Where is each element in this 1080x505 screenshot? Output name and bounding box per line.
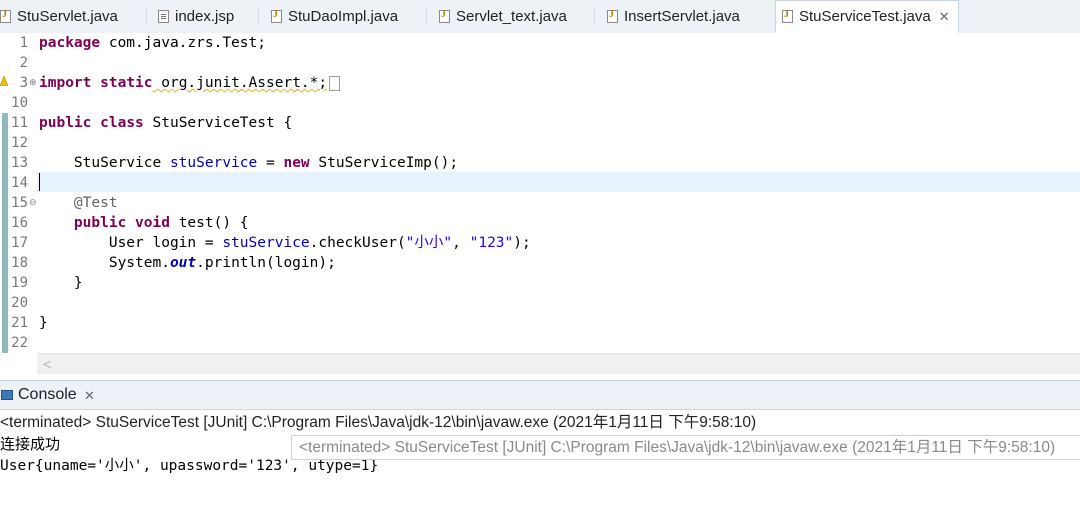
fold-collapse-icon[interactable]: ⊖	[29, 197, 37, 208]
console-tab-bar: Console ✕	[0, 380, 1080, 410]
fold-expand-icon[interactable]: ⊕	[29, 77, 37, 88]
tab-label: StuServiceTest.java	[799, 8, 931, 25]
tab-label: StuServlet.java	[17, 7, 118, 25]
line-number: 20	[11, 295, 28, 311]
console-icon	[1, 390, 13, 400]
code-line-16: public void test() {	[39, 215, 249, 231]
tab-stuservicetest[interactable]: StuServiceTest.java ✕	[775, 0, 959, 33]
tab-studaoimpl[interactable]: StuDaoImpl.java	[271, 0, 398, 32]
code-line-15: @Test	[39, 195, 118, 211]
code-line-3: import static org.junit.Assert.*;	[39, 73, 341, 93]
console-output-line: 连接成功	[0, 435, 61, 453]
console-tab-title[interactable]: Console	[18, 386, 77, 404]
tab-label: InsertServlet.java	[624, 7, 740, 25]
line-number: 22	[11, 335, 28, 351]
tab-stuservlet[interactable]: StuServlet.java	[0, 0, 118, 32]
tab-insertservlet[interactable]: InsertServlet.java	[607, 0, 740, 32]
jsp-file-icon	[158, 9, 169, 23]
java-file-icon	[439, 9, 450, 23]
tab-label: index.jsp	[175, 7, 235, 25]
java-file-icon	[607, 9, 618, 23]
line-number: 12	[11, 135, 28, 151]
console-status-line: <terminated> StuServiceTest [JUnit] C:\P…	[0, 412, 1080, 434]
line-number: 14	[11, 175, 28, 191]
code-line-13: StuService stuService = new StuServiceIm…	[39, 155, 459, 171]
horizontal-scrollbar[interactable]: <	[37, 353, 1080, 374]
collapsed-block-icon[interactable]	[329, 75, 341, 91]
code-line-11: public class StuServiceTest {	[39, 115, 293, 131]
code-line-19: }	[39, 275, 83, 291]
current-line-highlight	[37, 172, 1080, 192]
line-number: 13	[11, 155, 28, 171]
line-number: 1	[19, 35, 28, 51]
line-number: 2	[19, 55, 28, 71]
line-number: 17	[11, 235, 28, 251]
code-line-17: User login = stuService.checkUser("小小", …	[39, 235, 531, 251]
code-line-21: }	[39, 315, 48, 331]
java-file-icon	[271, 9, 282, 23]
scroll-left-icon[interactable]: <	[43, 354, 51, 374]
java-file-icon	[0, 9, 11, 23]
line-number: 18	[11, 255, 28, 271]
code-line-18: System.out.println(login);	[39, 255, 336, 271]
editor-tab-bar: StuServlet.java index.jsp StuDaoImpl.jav…	[0, 0, 1080, 34]
code-editor[interactable]: 1 2 3 10 11 12 13 14 15 16 17 18 19 20 2…	[0, 33, 1080, 378]
line-number: 16	[11, 215, 28, 231]
hover-tooltip: <terminated> StuServiceTest [JUnit] C:\P…	[291, 435, 1080, 460]
tab-servlet-text[interactable]: Servlet_text.java	[439, 0, 567, 32]
line-number-gutter: 1 2 3 10 11 12 13 14 15 16 17 18 19 20 2…	[0, 33, 36, 378]
tab-label: Servlet_text.java	[456, 7, 567, 25]
line-number: 10	[11, 95, 28, 111]
tab-index-jsp[interactable]: index.jsp	[158, 0, 234, 32]
close-icon[interactable]: ✕	[939, 9, 950, 25]
text-caret	[39, 173, 40, 191]
tab-label: StuDaoImpl.java	[288, 7, 399, 25]
line-number: 11	[11, 115, 28, 131]
line-number: 21	[11, 315, 28, 331]
close-icon[interactable]: ✕	[84, 388, 95, 404]
code-line-1: package com.java.zrs.Test;	[39, 35, 266, 51]
java-file-icon	[782, 9, 793, 23]
line-number: 19	[11, 275, 28, 291]
